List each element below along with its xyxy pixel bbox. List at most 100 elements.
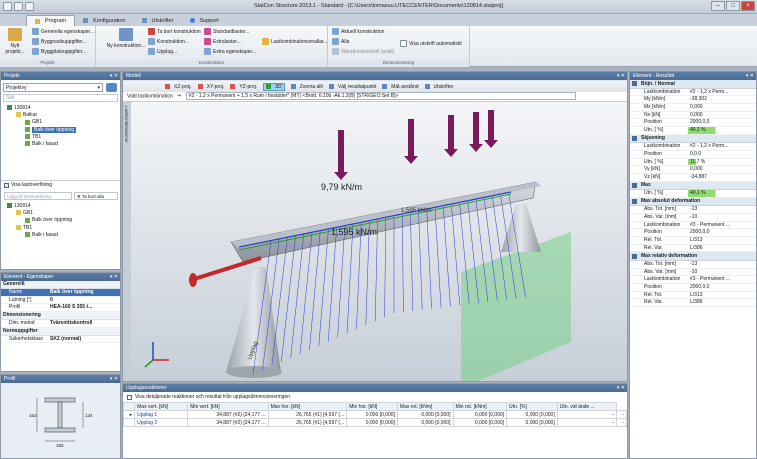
column-header[interactable] xyxy=(123,402,136,411)
new-construction-button[interactable]: Ny konstruktion... xyxy=(106,28,146,49)
property-row[interactable]: Säkerhetsklass SK2 (normal) xyxy=(1,336,120,344)
panel-close-icon[interactable]: ▾ ✕ xyxy=(110,72,118,80)
panel-close-icon[interactable]: ▾ ✕ xyxy=(617,384,625,392)
tree-item[interactable]: TB1 xyxy=(3,134,119,141)
3d-viewport[interactable]: 9,79 kN/m 1,595 kN/m 1,595 kN/m Upplag xyxy=(131,102,628,382)
supports-button[interactable]: Upplag... xyxy=(148,48,177,55)
new-project-button[interactable]: Nytt projekt... xyxy=(2,28,28,55)
auto-print-toggle[interactable]: Visa utskrift automatiskt xyxy=(400,40,462,47)
column-header[interactable]: Utn. vid ände ... xyxy=(556,402,618,411)
result-key: Lastkombination xyxy=(644,276,681,283)
property-category[interactable]: Generellt xyxy=(1,281,120,289)
byggnadsuppgifter-button[interactable]: Byggnadsuppgifter... xyxy=(32,38,87,45)
all-constructions-button[interactable]: Alla xyxy=(332,38,349,45)
maximize-button[interactable]: □ xyxy=(726,1,740,11)
project-view-dropdown[interactable]: Projektvy ▾ xyxy=(3,83,103,92)
table-cell: - xyxy=(616,418,627,427)
tree-item[interactable]: GB1 xyxy=(3,119,119,126)
tree-item[interactable]: 130814 xyxy=(3,203,119,210)
property-row[interactable]: Profil HEA-160 S 355 t... xyxy=(1,304,120,313)
column-header[interactable]: Min vert. [kN] xyxy=(187,402,269,411)
result-key: Rel. Tot. xyxy=(644,237,663,243)
column-header[interactable]: Min hor. [kN] xyxy=(346,402,398,411)
table-row[interactable]: ▸ Upplag 1 34,887 (#2) [24,177 ... 26,765 (… xyxy=(123,410,627,419)
vibration-check-button[interactable]: Vibrationskontroll (avbil) xyxy=(332,48,394,55)
tree-item[interactable]: 130814 xyxy=(3,105,119,112)
panel-close-icon[interactable]: ▾ ✕ xyxy=(110,273,118,281)
add-load-transfer-button[interactable]: Lägg till lastöverföring xyxy=(4,192,72,200)
close-button[interactable]: × xyxy=(741,1,755,11)
result-row: Lastkombination #2 - 1,2 x Perm... xyxy=(630,89,756,97)
refresh-button[interactable] xyxy=(106,83,117,92)
remove-all-button[interactable]: ✖ Ta bort alla xyxy=(74,192,118,200)
model-tool-zoom-all[interactable]: Zooma allt xyxy=(290,84,323,90)
load-transfer-checkbox[interactable]: ✓ Visa lastöverföring xyxy=(4,182,52,188)
tree-item[interactable]: Balkar xyxy=(3,112,119,119)
model-tool-measure[interactable]: Mät avstånd xyxy=(382,84,419,90)
property-row[interactable]: Dim. metod Tvärsnittskontroll xyxy=(1,320,120,328)
column-header[interactable]: Max hor. [kN] xyxy=(267,402,348,411)
delete-construction-button[interactable]: Ta bort konstruktion xyxy=(148,28,201,35)
tab-support[interactable]: Support xyxy=(182,15,227,26)
detailed-reactions-checkbox[interactable]: Visa detaljerade reaktioner och resultat… xyxy=(123,392,627,402)
result-row: Lastkombination #3 - Permanent ... xyxy=(630,222,756,230)
column-header[interactable]: Min rot. [kNm] xyxy=(452,402,508,411)
property-row[interactable]: Namn Balk över öppning xyxy=(1,288,120,297)
load-combination-side-tab[interactable]: Lastkombinationer xyxy=(124,106,129,143)
table-row[interactable]: Upplag 2 34,887 (#2) [24,177 ... 26,765 (#… xyxy=(123,418,627,427)
search-input[interactable]: Sök xyxy=(3,94,118,102)
tree-item[interactable]: Balk över öppning xyxy=(3,217,119,224)
tree-item[interactable]: GB1 xyxy=(3,210,119,217)
generella-egenskaper-button[interactable]: Generella egenskaper... xyxy=(32,28,94,35)
column-header[interactable]: Max vert. [kN] xyxy=(134,402,189,411)
gear-icon xyxy=(83,18,89,23)
model-tool-printer[interactable]: Utskrifter xyxy=(424,84,454,90)
panel-close-icon[interactable]: ▾ ✕ xyxy=(617,72,625,80)
standard-loads-button[interactable]: Standardlaster... xyxy=(204,28,249,35)
tab-program[interactable]: Program xyxy=(26,15,76,26)
panel-close-icon[interactable]: ▾ ✕ xyxy=(746,72,754,80)
printer-icon xyxy=(141,18,147,23)
column-header[interactable]: Max rot. [kNm] xyxy=(396,402,454,411)
model-tool-xy-projection[interactable]: XY-proj. xyxy=(197,84,224,90)
panel-header: Element - Egenskaper ▾ ✕ xyxy=(1,273,120,281)
model-tool-yz-projection[interactable]: YZ-proj. xyxy=(230,84,257,90)
extra-loads-button[interactable]: Extralaster... xyxy=(204,38,241,45)
result-section[interactable]: Max absolut deformation xyxy=(630,197,756,207)
tree-item[interactable]: Balk i fasad xyxy=(3,232,119,239)
byggplatsuppgifter-button[interactable]: Byggplatsuppgifter... xyxy=(32,48,86,55)
construction-button[interactable]: Konstruktion... xyxy=(148,38,189,45)
load-combination-templates-button[interactable]: Lastkombinationsmallar... xyxy=(262,38,327,45)
current-construction-button[interactable]: Aktuell konstruktion xyxy=(332,28,384,35)
result-section[interactable]: Max relativ deformation xyxy=(630,252,756,261)
model-tool-xz-projection[interactable]: XZ-proj. xyxy=(165,84,192,90)
result-section[interactable]: Max xyxy=(630,181,756,191)
result-key: Vy [kN] xyxy=(644,166,660,173)
model-tool-view-3d[interactable]: 3D xyxy=(263,82,285,91)
result-key: Rel. Tot. xyxy=(644,291,663,298)
panel-close-icon[interactable]: ▾ ✕ xyxy=(110,375,118,383)
beam-icon xyxy=(25,126,30,132)
tree-item[interactable]: TB1 xyxy=(3,225,119,232)
tree-item[interactable]: Balk över öppning xyxy=(3,126,119,134)
result-key: Position xyxy=(644,283,662,290)
column-header[interactable]: Utn. [%] xyxy=(506,402,558,411)
property-category[interactable]: Normuppgifter xyxy=(1,327,120,336)
tab-konfiguration[interactable]: Konfiguration xyxy=(75,15,133,26)
model-tool-select-point[interactable]: Välj resultatpunkt xyxy=(328,84,376,90)
extra-properties-button[interactable]: Extra egenskaper... xyxy=(204,48,256,55)
ribbon-group-dimensionering: Aktuell konstruktion Alla Vibrationskont… xyxy=(328,26,470,67)
panel-header: Modell ▾ ✕ xyxy=(123,72,627,80)
result-section[interactable]: Skjuvning xyxy=(630,134,756,144)
tree-item[interactable]: Balk i fasad xyxy=(3,141,119,148)
zoom-all-icon xyxy=(290,84,296,89)
property-category[interactable]: Dimensionering xyxy=(1,312,120,320)
minimize-button[interactable]: – xyxy=(711,1,725,11)
property-value: Tvärsnittskontroll xyxy=(50,319,93,326)
load-combination-dropdown[interactable]: #2 - 1,2 x Permanent + 1,5 x Rum i bostä… xyxy=(185,92,576,100)
property-row[interactable]: Lutning [°] 0 xyxy=(1,297,120,305)
result-section[interactable]: Böjn. / Normal xyxy=(630,80,756,89)
beam-icon xyxy=(25,133,30,139)
panel-header: Element - Resultat ▾ ✕ xyxy=(630,72,756,80)
tab-utskrifter[interactable]: Utskrifter xyxy=(134,15,182,26)
